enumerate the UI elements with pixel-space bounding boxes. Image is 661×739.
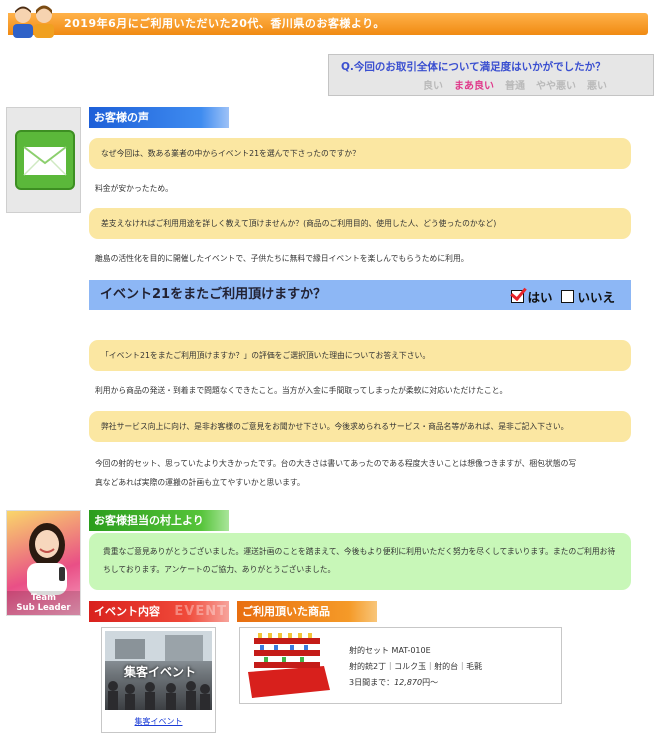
use-again-question: イベント21をまたご利用頂けますか？ [100,287,327,302]
event-heading-ghost: EVENT [174,604,227,619]
answer-1: 料金が安かったため。 [95,184,173,193]
goods-items: 射的銃2丁｜コルク玉｜射的台｜毛氈 [349,662,483,671]
staff-tag-team: Team [30,593,57,603]
goods-heading: ご利用頂いた商品 [237,601,377,622]
staff-message: 貴重なご意見ありがとうございました。運送計画のことを踏まえて、今後もより便利に利… [89,533,631,590]
yes-label: はい [527,290,553,305]
goods-card: 射的セット MAT-010E 射的銃2丁｜コルク玉｜射的台｜毛氈 3日間まで：1… [239,627,562,704]
satisfaction-options: 良い まあ良い 普通 やや悪い 悪い [423,77,607,92]
staff-tag: Team Sub Leader [7,591,80,615]
shooting-set-image[interactable] [244,632,333,699]
question-box-2: 差支えなければご利用用途を詳しく教えて頂けませんか？(商品のご利用目的、使用した… [89,208,631,239]
event-card: 集客イベント 集客イベント [101,627,216,733]
event-heading: イベント内容 EVENT [89,601,229,622]
answer-4: 今回の射的セット、思っていたより大きかったです。台の大きさは書いてあったのである… [95,454,635,492]
question-box-4: 弊社サービス向上に向け、是非お客様のご意見をお聞かせ下さい。今後求められるサービ… [89,411,631,442]
staff-heading: お客様担当の村上より [89,510,229,531]
page-banner: 2019年6月にご利用いただいた20代、香川県のお客様より。 [0,0,661,44]
event-link[interactable]: 集客イベント [102,716,215,727]
question-2-text: 差支えなければご利用用途を詳しく教えて頂けませんか？(商品のご利用目的、使用した… [101,219,497,228]
satisfaction-option-good: 良い [423,81,443,92]
voice-heading: お客様の声 [89,107,229,128]
answer-4-line-1: 今回の射的セット、思っていたより大きかったです。台の大きさは書いてあったのである… [95,459,577,468]
answer-2: 離島の活性化を目的に開催したイベントで、子供たちに無料で縁日イベントを楽しんでも… [95,254,469,263]
yes-checkbox [511,290,525,303]
satisfaction-option-bad: 悪い [587,81,607,92]
staff-tag-role: Sub Leader [16,603,71,613]
mail-icon-box [6,107,81,213]
satisfaction-question: Q.今回のお取引全体について満足度はいかがでしたか？ [341,61,606,73]
question-box-3: 「イベント21をまたご利用頂けますか？」の評価をご選択頂いた理由についてお答え下… [89,340,631,371]
use-again-options: はい いいえ [511,287,615,306]
question-box-1: なぜ今回は、数ある業者の中からイベント21を選んで下さったのですか？ [89,138,631,169]
question-3-text: 「イベント21をまたご利用頂けますか？」の評価をご選択頂いた理由についてお答え下… [101,351,431,360]
satisfaction-option-fairly-good: まあ良い [454,81,494,92]
staff-photo: Team Sub Leader [6,510,81,616]
customers-icon [13,5,54,38]
answer-4-line-2: 真などあれば実際の運搬の計画も立てやすいかと思います。 [95,478,305,487]
mail-icon [15,130,75,190]
banner-title: 2019年6月にご利用いただいた20代、香川県のお客様より。 [64,17,385,30]
price-suffix: 円〜 [422,678,439,687]
event-image[interactable]: 集客イベント [105,631,212,710]
goods-info: 射的セット MAT-010E 射的銃2丁｜コルク玉｜射的台｜毛氈 3日間まで：1… [349,643,482,691]
voice-heading-label: お客様の声 [94,111,149,124]
question-1-text: なぜ今回は、数ある業者の中からイベント21を選んで下さったのですか？ [101,149,361,158]
event-image-caption: 集客イベント [124,665,197,679]
use-again-bar: イベント21をまたご利用頂けますか？ はい いいえ [89,280,631,310]
price-prefix: 3日間まで： [349,678,395,687]
question-4-text: 弊社サービス向上に向け、是非お客様のご意見をお聞かせ下さい。今後求められるサービ… [101,422,569,431]
answer-3: 利用から商品の発送・到着まで問題なくできたこと。当方が入金に手間取ってしまったが… [95,386,508,395]
satisfaction-option-somewhat-bad: やや悪い [536,81,576,92]
satisfaction-option-neutral: 普通 [505,81,525,92]
goods-price-line: 3日間まで：12,870円〜 [349,675,482,691]
no-checkbox [561,290,575,303]
satisfaction-box: Q.今回のお取引全体について満足度はいかがでしたか？ 良い まあ良い 普通 やや… [328,54,654,96]
event-heading-label: イベント内容 [94,605,160,618]
price-value: 12,870 [394,678,423,687]
goods-heading-label: ご利用頂いた商品 [242,605,330,618]
goods-name: 射的セット MAT-010E [349,646,431,655]
no-label: いいえ [577,290,615,305]
staff-heading-label: お客様担当の村上より [94,514,204,527]
staff-portrait-icon [27,523,67,595]
